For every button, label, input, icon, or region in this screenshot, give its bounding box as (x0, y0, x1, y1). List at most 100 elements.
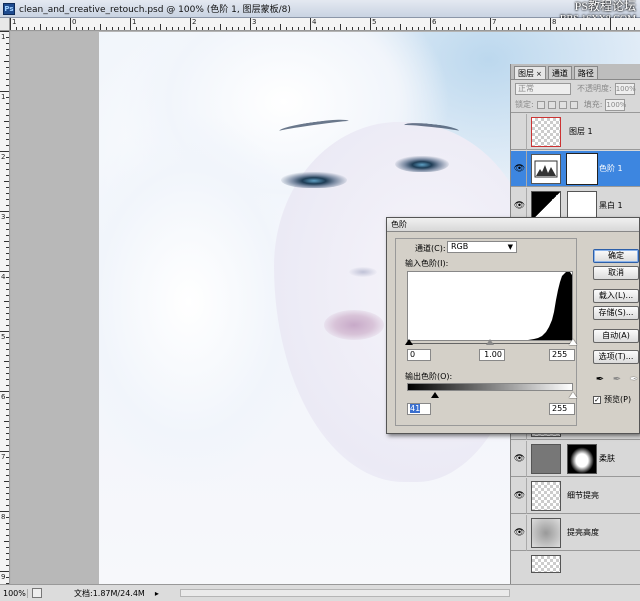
ruler-tick (6, 553, 9, 554)
output-white-field[interactable]: 255 (549, 403, 575, 415)
vertical-ruler[interactable]: 1 1 2 3 4 5 6 7 8 9 (0, 31, 10, 584)
fill-field[interactable]: 100% (605, 98, 626, 111)
opacity-field[interactable]: 100% (614, 82, 636, 95)
ruler-label: 4 (312, 18, 317, 26)
ruler-label: 5 (1, 333, 6, 341)
horizontal-scrollbar[interactable] (180, 589, 510, 597)
ruler-tick (6, 193, 9, 194)
ruler-label: 6 (1, 393, 6, 401)
lock-image-icon[interactable] (547, 100, 556, 109)
input-gamma-slider[interactable] (486, 339, 494, 345)
histogram (407, 271, 573, 341)
ruler-tick (6, 55, 9, 56)
info-icon[interactable] (32, 588, 42, 598)
horizontal-ruler[interactable]: 1 0 1 2 3 4 5 6 7 8 (10, 18, 640, 31)
doc-size: 文档:1.87M/24.4M (74, 588, 145, 598)
ruler-tick (0, 91, 9, 92)
ruler-tick (328, 27, 329, 30)
save-button[interactable]: 存储(S)... (593, 306, 639, 320)
ruler-tick (6, 115, 9, 116)
blend-row: 正常 不透明度: 100% (511, 80, 640, 97)
ruler-tick (568, 27, 569, 30)
ruler-tick (6, 493, 9, 494)
ruler-tick (6, 457, 9, 458)
tab-label: 图层 (518, 69, 534, 78)
ruler-tick (262, 27, 263, 30)
output-black-field[interactable]: 41 (407, 403, 431, 415)
black-eyedropper-icon[interactable]: ✒ (594, 374, 606, 386)
ruler-origin[interactable] (0, 18, 10, 31)
gray-eyedropper-icon[interactable]: ✒ (611, 374, 623, 386)
input-black-slider[interactable] (405, 339, 413, 345)
ok-button[interactable]: 确定 (593, 249, 639, 263)
ruler-tick (6, 235, 9, 236)
output-black-slider[interactable] (431, 392, 439, 398)
ruler-tick (232, 27, 233, 30)
status-bar: 100% 文档:1.87M/24.4M ▸ (0, 584, 640, 601)
lock-transparent-icon[interactable] (536, 100, 545, 109)
tab-paths[interactable]: 路径 (573, 66, 598, 79)
ruler-tick (6, 385, 9, 386)
lock-all-icon[interactable] (569, 100, 578, 109)
layer-row[interactable]: 👁 柔肤 (511, 441, 640, 477)
input-white-slider[interactable] (569, 339, 577, 345)
cancel-button[interactable]: 取消 (593, 266, 639, 280)
channel-select[interactable]: RGB ▼ (447, 241, 517, 253)
visibility-toggle[interactable] (513, 114, 527, 150)
options-button[interactable]: 选项(T)... (593, 350, 639, 364)
ruler-tick (628, 27, 629, 30)
dialog-title[interactable]: 色阶 (387, 218, 639, 232)
layer-row[interactable]: 图层 1 (511, 114, 640, 150)
preview-label: 预览(P) (604, 395, 632, 404)
layer-mask-thumbnail[interactable] (567, 444, 597, 474)
layer-mask-thumbnail[interactable] (566, 153, 598, 185)
input-black-field[interactable]: 0 (407, 349, 431, 361)
levels-adjustment-icon (531, 154, 561, 184)
ruler-tick (6, 133, 9, 134)
tab-layers[interactable]: 图层 × (514, 66, 546, 79)
chevron-down-icon: ▼ (507, 243, 513, 251)
ruler-tick (34, 27, 35, 30)
checkbox-box[interactable]: ✓ (593, 395, 601, 404)
ruler-tick (6, 397, 9, 398)
lips (324, 310, 384, 340)
watermark-line1: PS教程论坛 (574, 0, 636, 13)
ruler-tick (6, 283, 9, 284)
layer-row-selected[interactable]: 👁 色阶 1 (511, 151, 640, 187)
eye-icon[interactable]: 👁 (513, 151, 527, 187)
ruler-tick (220, 24, 221, 30)
ruler-tick (6, 169, 9, 170)
input-gamma-field[interactable]: 1.00 (479, 349, 505, 361)
lock-position-icon[interactable] (558, 100, 567, 109)
layer-row[interactable] (511, 552, 640, 574)
layer-name: 图层 1 (569, 127, 593, 136)
tab-channels[interactable]: 通道 (547, 66, 572, 79)
eye-icon[interactable]: 👁 (513, 478, 527, 514)
ruler-tick (496, 27, 497, 30)
input-white-field[interactable]: 255 (549, 349, 575, 361)
ruler-tick (436, 27, 437, 30)
ruler-tick (0, 331, 9, 332)
eye-icon[interactable]: 👁 (513, 441, 527, 477)
eye-icon[interactable]: 👁 (513, 515, 527, 551)
ruler-tick (622, 27, 623, 30)
ruler-tick (6, 505, 9, 506)
preview-checkbox[interactable]: ✓ 预览(P) (593, 394, 631, 405)
layer-row[interactable]: 👁 细节提亮 (511, 478, 640, 514)
blend-mode-select[interactable]: 正常 (515, 82, 571, 95)
auto-button[interactable]: 自动(A) (593, 329, 639, 343)
load-button[interactable]: 载入(L)... (593, 289, 639, 303)
zoom-field[interactable]: 100% (0, 588, 28, 598)
status-arrow-icon[interactable]: ▸ (155, 589, 159, 598)
layer-row[interactable]: 👁 提亮高度 (511, 515, 640, 551)
close-icon[interactable]: × (536, 70, 542, 78)
output-gradient-bar (407, 383, 573, 391)
output-white-slider[interactable] (569, 392, 577, 398)
ruler-tick (6, 499, 9, 500)
ruler-tick (604, 27, 605, 30)
ruler-tick (6, 373, 9, 374)
layer-thumbnail (531, 555, 561, 573)
ruler-tick (52, 27, 53, 30)
right-eye (395, 156, 449, 172)
white-eyedropper-icon[interactable]: ✒ (628, 374, 640, 386)
